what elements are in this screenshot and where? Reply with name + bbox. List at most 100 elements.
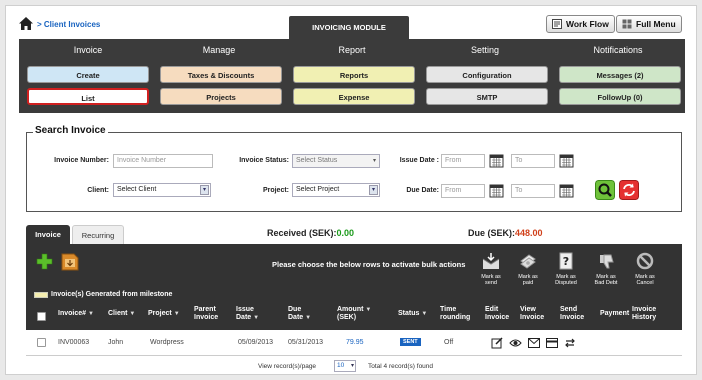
sort-icon: ▼ [365, 307, 372, 313]
project-value: Select Project [296, 186, 340, 193]
invoice-status-dropdown-icon: ▾ [372, 158, 376, 164]
nav-configuration-button[interactable]: Configuration [426, 66, 548, 83]
due-date-from-input[interactable]: From [441, 184, 485, 198]
calendar-icon[interactable] [489, 183, 504, 198]
column-project[interactable]: Project ▼ [148, 310, 180, 318]
mark-as-paid-line2: paid [522, 280, 534, 286]
nav-list-button[interactable]: List [27, 88, 149, 105]
mark-as-send-line2: send [485, 280, 497, 286]
invoice-grid-header: Please choose the below rows to activate… [26, 244, 682, 330]
column-parent-invoice: Parent Invoice [194, 306, 218, 322]
column-invoice-number[interactable]: Invoice# ▼ [58, 310, 94, 318]
calendar-icon[interactable] [559, 153, 574, 168]
select-all-checkbox[interactable] [37, 312, 46, 321]
chevron-down-icon: ▾ [369, 185, 378, 195]
row-issue-date: 05/09/2013 [238, 339, 274, 346]
nav-smtp-button[interactable]: SMTP [426, 88, 548, 105]
row-time-rounding: Off [444, 339, 454, 346]
calendar-icon[interactable] [489, 153, 504, 168]
column-history-label: Invoice [632, 306, 657, 313]
column-time-rounding: Time rounding [440, 306, 470, 322]
cancel-icon [636, 252, 654, 270]
column-view-label-2: Invoice [520, 314, 545, 321]
add-icon[interactable] [36, 253, 53, 270]
invoice-number-input[interactable]: Invoice Number [113, 154, 213, 168]
mark-as-paid-action[interactable]: Mark as paid [510, 252, 546, 287]
nav-expense-button[interactable]: Expense [293, 88, 415, 105]
milestone-legend-text: Invoice(s) Generated from milestone [51, 291, 173, 298]
nav-heading-manage: Manage [202, 45, 236, 55]
home-icon[interactable] [18, 16, 34, 31]
column-time-label: Time [440, 306, 457, 313]
table-row[interactable]: INV00063 John Wordpress 05/09/2013 05/31… [26, 330, 682, 356]
mark-as-send-action[interactable]: Mark as send [473, 252, 509, 287]
due-date-to-input[interactable]: To [511, 184, 555, 198]
invoice-number-label: Invoice Number: [54, 157, 109, 164]
column-status[interactable]: Status ▼ [398, 310, 427, 318]
column-due-label: Due [288, 306, 302, 313]
row-invoice-number[interactable]: INV00063 [58, 339, 89, 346]
column-client[interactable]: Client ▼ [108, 310, 135, 318]
client-select[interactable]: Select Client ▾ [113, 183, 211, 197]
invoice-status-select[interactable]: Select Status ▾ [292, 154, 380, 168]
nav-reports-button[interactable]: Reports [293, 66, 415, 83]
row-project: Wordpress [150, 339, 184, 346]
mark-as-bad-debt-action[interactable]: Mark as Bad Debt [588, 252, 624, 287]
page-size-select[interactable]: 10 ▾ [334, 360, 356, 372]
column-parent-label-2: Invoice [194, 314, 219, 321]
total-records: Total 4 record(s) found [368, 363, 434, 370]
app-frame: > Client Invoices INVOICING MODULE Work … [5, 5, 697, 375]
row-amount[interactable]: 79.95 [346, 339, 364, 346]
sort-icon: ▼ [129, 311, 136, 317]
history-icon[interactable] [564, 337, 576, 349]
email-icon[interactable] [528, 338, 540, 348]
column-issue-date[interactable]: Issue Date ▼ [236, 306, 259, 322]
due-summary: Due (SEK):448.00 [468, 228, 543, 238]
row-checkbox[interactable] [37, 338, 46, 347]
breadcrumb[interactable]: > Client Invoices [37, 20, 100, 29]
sort-icon: ▼ [87, 311, 94, 317]
nav-followup-button[interactable]: FollowUp (0) [559, 88, 681, 105]
nav-projects-button[interactable]: Projects [160, 88, 282, 105]
row-client: John [108, 339, 124, 346]
column-send-invoice: Send Invoice [560, 306, 584, 322]
reset-button[interactable] [619, 180, 639, 200]
payment-icon[interactable] [546, 338, 558, 348]
mark-as-disputed-line2: Disputed [555, 280, 577, 286]
search-button[interactable] [595, 180, 615, 200]
workflow-button[interactable]: Work Flow [546, 15, 615, 33]
full-menu-button[interactable]: Full Menu [616, 15, 682, 33]
column-amount[interactable]: Amount ▼ (SEK) [337, 306, 371, 322]
issue-date-label: Issue Date : [399, 157, 439, 164]
status-badge: SENT [400, 338, 421, 346]
mark-as-disputed-action[interactable]: ? Mark as Disputed [548, 252, 584, 287]
tab-recurring[interactable]: Recurring [72, 225, 124, 245]
received-label: Received (SEK): [267, 228, 337, 238]
export-icon[interactable] [61, 251, 79, 271]
issue-date-to-input[interactable]: To [511, 154, 555, 168]
issue-date-from-input[interactable]: From [441, 154, 485, 168]
nav-heading-report: Report [338, 45, 366, 55]
column-invoice-history: Invoice History [632, 306, 656, 322]
search-panel: Search Invoice Invoice Number: Invoice N… [26, 125, 682, 212]
money-icon [520, 254, 536, 269]
project-select[interactable]: Select Project ▾ [292, 183, 380, 197]
nav-messages-button[interactable]: Messages (2) [559, 66, 681, 83]
client-value: Select Client [117, 186, 157, 193]
calendar-icon[interactable] [559, 183, 574, 198]
view-icon[interactable] [509, 338, 522, 348]
column-send-label-2: Invoice [560, 314, 585, 321]
nav-heading-setting: Setting [470, 45, 500, 55]
mark-as-cancel-action[interactable]: Mark as Cancel [627, 252, 663, 287]
nav-create-button[interactable]: Create [27, 66, 149, 83]
milestone-legend: Invoice(s) Generated from milestone [34, 291, 172, 298]
mark-as-cancel-line2: Cancel [636, 280, 654, 286]
edit-icon[interactable] [491, 337, 503, 349]
column-edit-label: Edit [485, 306, 499, 313]
bulk-actions-message: Please choose the below rows to activate… [272, 260, 466, 269]
module-tab: INVOICING MODULE [289, 16, 409, 40]
nav-taxes-discounts-button[interactable]: Taxes & Discounts [160, 66, 282, 83]
column-due-date[interactable]: Due Date ▼ [288, 306, 311, 322]
tab-invoice[interactable]: Invoice [26, 225, 70, 245]
column-project-label: Project [148, 310, 172, 317]
